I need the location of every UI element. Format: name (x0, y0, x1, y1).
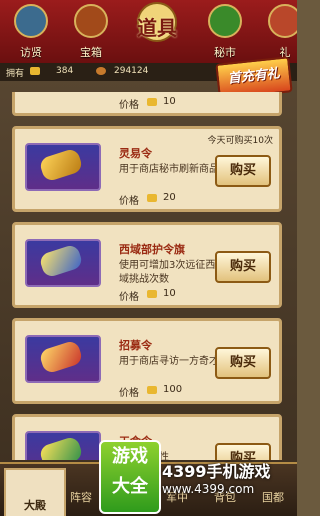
price-value: 20 (163, 192, 176, 203)
item-name: 招募令 (119, 339, 152, 352)
gift-icon (268, 4, 297, 38)
gold-ingot-icon (30, 67, 40, 75)
watermark-logo-top: 游戏 (112, 446, 148, 467)
price-label: 价格 (119, 292, 139, 303)
list-item: 西域部护令旗 使用可增加3次远征西域挑战次数 购买 价格 10 (12, 222, 282, 308)
flag-icon (38, 243, 84, 279)
item-price: 价格 10 (119, 96, 176, 111)
token-icon (38, 435, 84, 460)
treasure-chest-icon (74, 4, 108, 38)
item-thumbnail (25, 239, 101, 287)
price-value: 100 (163, 384, 183, 395)
item-thumbnail (25, 143, 101, 191)
gold-ingot-icon (147, 386, 157, 394)
item-name: 西域部护令旗 (119, 243, 185, 256)
item-desc: 使用可增加3次远征西域挑战次数 (119, 260, 216, 285)
tab-label: 访贤 (20, 46, 42, 59)
tab-baoxiang[interactable]: 宝箱 (64, 2, 118, 60)
watermark-title: 4399手机游戏 (162, 462, 271, 481)
list-item: 价格 10 (12, 92, 282, 116)
question-mark-icon (208, 4, 242, 38)
resource-label: 拥有 (6, 69, 25, 79)
price-label: 价格 (119, 100, 139, 111)
buy-button[interactable]: 购买 (215, 347, 271, 379)
tab-fangxian[interactable]: 访贤 (4, 2, 58, 60)
price-label: 价格 (119, 388, 139, 399)
gold-ingot-icon (147, 290, 157, 298)
nav-label: 阵容 (70, 491, 92, 504)
item-desc: 用于商店寻访一方奇才 (119, 356, 219, 367)
tab-li[interactable]: 礼 (258, 2, 297, 60)
item-desc: 用于商店秘市刷新商品 (119, 164, 219, 175)
watermark-url: www.4399.com (162, 482, 255, 496)
nav-label: 大殿 (24, 499, 46, 512)
copper-amount: 294124 (114, 66, 149, 76)
price-value: 10 (163, 288, 176, 299)
scroll-icon (38, 147, 84, 183)
purchase-limit: 今天可购买10次 (207, 136, 273, 146)
item-price: 价格 100 (119, 384, 182, 399)
gold-amount: 384 (56, 66, 74, 76)
item-price: 价格 20 (119, 192, 176, 207)
tab-mishi[interactable]: 秘市 (198, 2, 252, 60)
tab-daoju[interactable]: 道具 (130, 2, 184, 60)
tab-label: 秘市 (214, 46, 236, 59)
watermark-logo-bottom: 大全 (112, 476, 148, 497)
price-label: 价格 (119, 196, 139, 207)
item-price: 价格 10 (119, 288, 176, 303)
item-list[interactable]: 价格 10 今天可购买10次 灵易令 用于商店秘市刷新商品 购买 价格 20 西… (8, 92, 289, 460)
list-item: 招募令 用于商店寻访一方奇才 购买 价格 100 (12, 318, 282, 404)
item-thumbnail (25, 431, 101, 460)
item-thumbnail (25, 335, 101, 383)
buy-button[interactable]: 购买 (215, 155, 271, 187)
gold-ingot-icon (147, 98, 157, 106)
item-name: 灵易令 (119, 147, 152, 160)
tab-label: 道具 (137, 16, 177, 40)
watermark-text: 4399手机游戏 www.4399.com (162, 458, 297, 502)
gold-ingot-icon (147, 194, 157, 202)
sage-icon (14, 4, 48, 38)
watermark-logo: 游戏 大全 (99, 440, 161, 514)
price-value: 10 (163, 96, 176, 107)
copper-coin-icon (96, 67, 106, 75)
game-screen: 访贤 宝箱 道具 秘市 礼 拥有 384 294124 首充有礼 价格 10 今… (0, 0, 297, 516)
tab-label: 宝箱 (80, 46, 102, 59)
buy-button[interactable]: 购买 (215, 251, 271, 283)
seal-icon (38, 339, 84, 375)
top-tab-bar: 访贤 宝箱 道具 秘市 礼 (0, 0, 297, 66)
list-item: 今天可购买10次 灵易令 用于商店秘市刷新商品 购买 价格 20 (12, 126, 282, 212)
